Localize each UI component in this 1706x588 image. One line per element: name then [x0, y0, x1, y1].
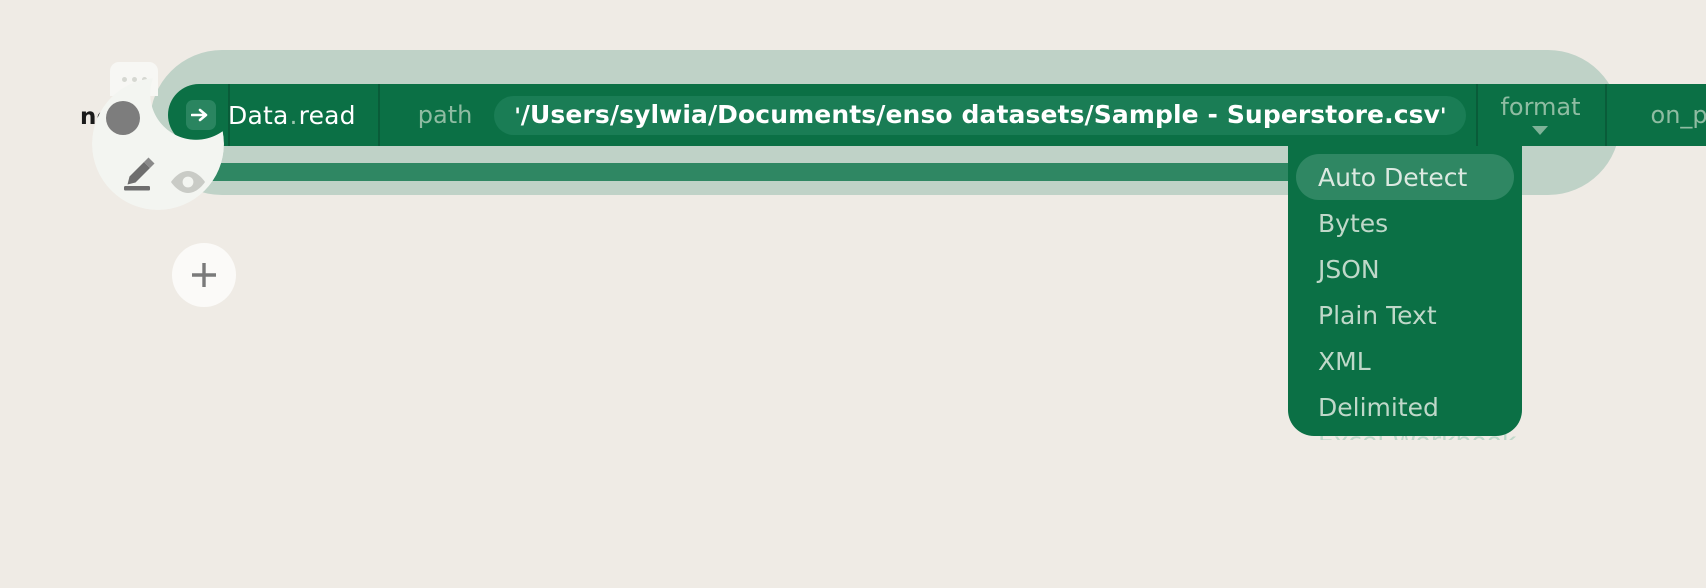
- argument-path[interactable]: path '/Users/sylwia/Documents/enso datas…: [377, 84, 1477, 146]
- expression-text: Data.read: [228, 101, 378, 130]
- node-expression[interactable]: Data.read: [228, 84, 378, 146]
- chevron-down-icon[interactable]: [1532, 126, 1549, 135]
- eye-icon[interactable]: [168, 166, 208, 198]
- dropdown-item-json[interactable]: JSON: [1296, 246, 1514, 292]
- add-node-button[interactable]: [172, 243, 236, 307]
- node-hover-menu[interactable]: [92, 62, 224, 210]
- format-dropdown-menu[interactable]: Auto Detect Bytes JSON Plain Text XML De…: [1288, 146, 1522, 436]
- node-data-read[interactable]: Data.read path '/Users/sylwia/Documents/…: [168, 84, 1706, 146]
- dot: [121, 76, 127, 82]
- dropdown-item-auto-detect[interactable]: Auto Detect: [1296, 154, 1514, 200]
- argument-path-label: path: [417, 101, 473, 129]
- dropdown-item-xml[interactable]: XML: [1296, 338, 1514, 384]
- plus-icon: [192, 263, 216, 287]
- graph-editor-canvas[interactable]: node Data.read path '/Users/sylwia/Docum…: [0, 0, 1706, 588]
- node-output-connection[interactable]: [168, 163, 1468, 181]
- expression-separator: .: [289, 100, 298, 130]
- record-circle-icon[interactable]: [104, 99, 142, 137]
- argument-on-problems-label: on_problems: [1650, 101, 1706, 129]
- dropdown-item-delimited[interactable]: Delimited: [1296, 384, 1514, 430]
- dropdown-item-plain-text[interactable]: Plain Text: [1296, 292, 1514, 338]
- path-text-widget[interactable]: '/Users/sylwia/Documents/enso datasets/S…: [494, 95, 1467, 135]
- argument-on-problems[interactable]: on_problems: [1604, 84, 1706, 146]
- path-close-quote: ': [1440, 103, 1447, 128]
- expression-method: read: [298, 100, 356, 130]
- pencil-icon[interactable]: [120, 152, 160, 192]
- dropdown-item-bytes[interactable]: Bytes: [1296, 200, 1514, 246]
- record-dot: [106, 101, 140, 135]
- argument-format[interactable]: format: [1476, 84, 1604, 146]
- expression-prefix: Data: [228, 100, 289, 130]
- path-value[interactable]: /Users/sylwia/Documents/enso datasets/Sa…: [521, 100, 1440, 129]
- argument-format-label: format: [1500, 93, 1581, 121]
